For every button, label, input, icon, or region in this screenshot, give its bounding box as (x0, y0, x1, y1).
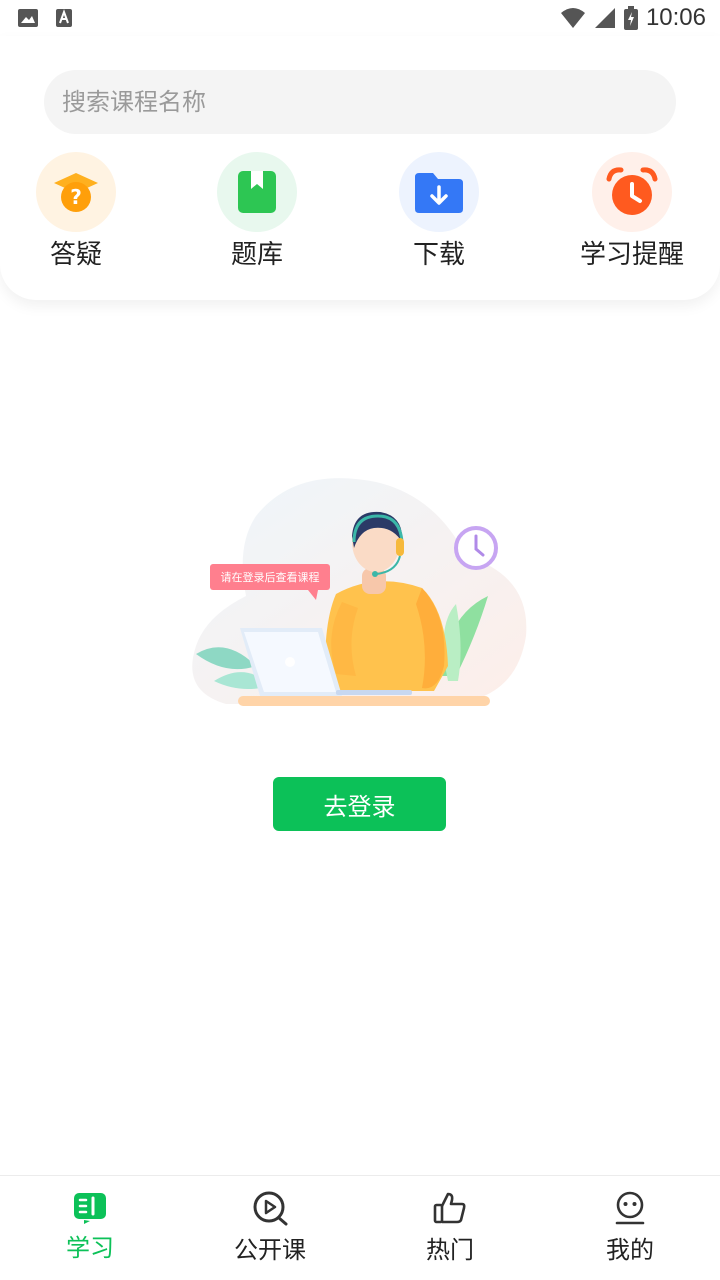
tab-label: 我的 (606, 1236, 654, 1264)
tab-open-class[interactable]: 公开课 (200, 1190, 340, 1265)
study-book-icon (74, 1193, 106, 1224)
profile-face-icon (615, 1191, 645, 1225)
quick-action-qa[interactable]: ? 答疑 (11, 152, 141, 271)
alarm-clock-icon (592, 152, 672, 232)
battery-icon (623, 6, 638, 30)
font-notification-icon (56, 9, 72, 27)
quick-action-label: 答疑 (49, 240, 102, 270)
top-card: ? 答疑 题库 下载 (0, 36, 720, 300)
signal-icon (594, 8, 615, 28)
thumbs-up-icon (433, 1192, 466, 1224)
quick-action-label: 题库 (230, 240, 283, 270)
tab-label: 热门 (426, 1236, 474, 1264)
image-notification-icon (18, 9, 38, 27)
svg-text:?: ? (70, 185, 82, 209)
quick-action-label: 下载 (412, 240, 465, 270)
login-button[interactable]: 去登录 (273, 777, 446, 831)
quick-action-reminder[interactable]: 学习提醒 (567, 152, 697, 271)
quick-action-question-bank[interactable]: 题库 (192, 152, 322, 271)
qa-graduation-cap-icon: ? (36, 152, 116, 232)
login-illustration: 请在登录后查看课程 (192, 478, 527, 706)
quick-action-download[interactable]: 下载 (374, 152, 504, 271)
tab-hot[interactable]: 热门 (380, 1190, 520, 1265)
status-clock: 10:06 (645, 4, 706, 31)
play-circle-icon (253, 1191, 288, 1226)
tab-mine[interactable]: 我的 (560, 1190, 700, 1265)
tab-label: 公开课 (234, 1236, 306, 1264)
search-input[interactable] (44, 70, 676, 134)
question-bank-book-icon (217, 152, 297, 232)
bottom-tab-bar: 学习 公开课 热门 我的 (0, 1175, 720, 1280)
wifi-icon (560, 8, 585, 28)
speech-bubble-text: 请在登录后查看课程 (221, 570, 320, 584)
quick-action-label: 学习提醒 (579, 240, 684, 270)
tab-label: 学习 (66, 1234, 114, 1262)
download-folder-icon (399, 152, 479, 232)
tab-study[interactable]: 学习 (20, 1190, 160, 1263)
status-bar: 10:06 (0, 0, 720, 36)
